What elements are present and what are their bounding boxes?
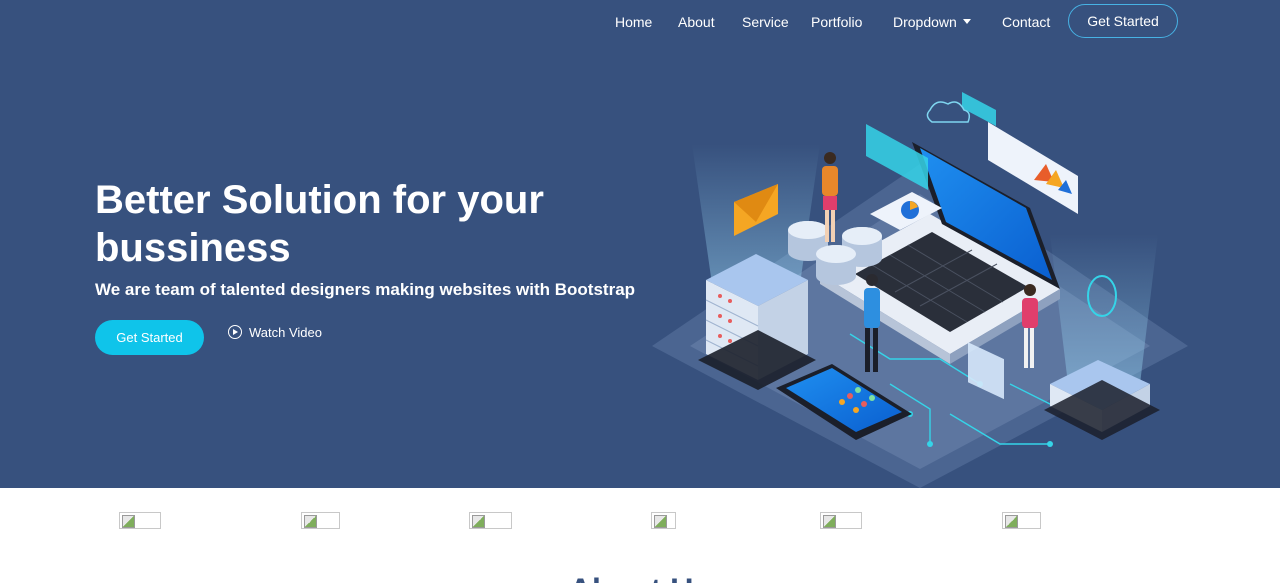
- play-circle-icon: [228, 325, 242, 339]
- nav-portfolio[interactable]: Portfolio: [811, 14, 862, 30]
- hero-section: Home About Service Portfolio Dropdown Co…: [0, 0, 1280, 488]
- hero-subtitle: We are team of talented designers making…: [95, 280, 636, 299]
- client-logo: [301, 512, 340, 529]
- nav-service[interactable]: Service: [742, 14, 789, 30]
- client-logo: [651, 512, 676, 529]
- nav-dropdown[interactable]: Dropdown: [893, 14, 971, 30]
- nav-about[interactable]: About: [678, 14, 715, 30]
- client-logo: [820, 512, 862, 529]
- caret-down-icon: [962, 19, 971, 24]
- hero-get-started-button[interactable]: Get Started: [95, 320, 204, 355]
- hero-illustration: [652, 92, 1188, 488]
- nav-home[interactable]: Home: [615, 14, 652, 30]
- nav-contact[interactable]: Contact: [1002, 14, 1050, 30]
- nav-dropdown-label: Dropdown: [893, 14, 957, 30]
- watch-video-link[interactable]: Watch Video: [228, 321, 322, 343]
- about-section-title: About Us: [0, 572, 1280, 583]
- nav-get-started-button[interactable]: Get Started: [1068, 4, 1178, 38]
- client-logo: [119, 512, 161, 529]
- client-logo: [469, 512, 512, 529]
- watch-video-label: Watch Video: [249, 324, 322, 340]
- client-logo: [1002, 512, 1041, 529]
- hero-title: Better Solution for your bussiness: [95, 178, 544, 270]
- main-navigation: Home About Service Portfolio Dropdown Co…: [0, 0, 1280, 44]
